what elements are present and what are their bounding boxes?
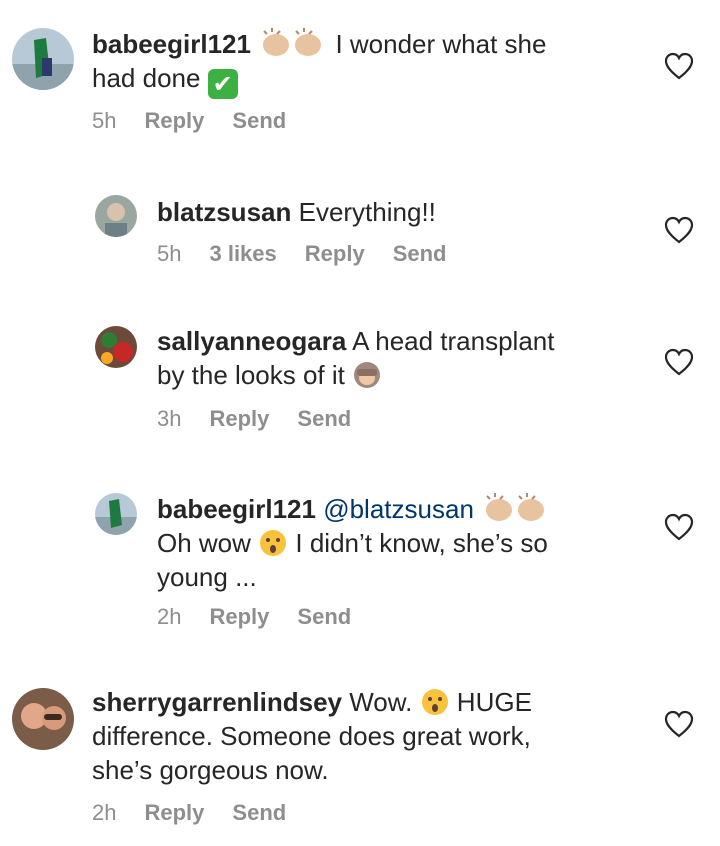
comment-username[interactable]: babeegirl121 [92, 29, 251, 59]
avatar[interactable] [12, 28, 74, 90]
heart-outline-icon[interactable] [664, 52, 694, 80]
comment-text: blatzsusan Everything!! [157, 195, 436, 229]
comment-text-line: Everything!! [291, 197, 436, 227]
comment-meta: 5h Reply Send [92, 108, 314, 134]
comment-meta: 3h Reply Send [157, 406, 379, 432]
comment-username[interactable]: sherrygarrenlindsey [92, 687, 342, 717]
comment-text-line: young ... [157, 562, 257, 592]
comment-time: 5h [92, 108, 117, 133]
comment-time: 2h [157, 604, 182, 629]
comment-time: 2h [92, 800, 117, 825]
heart-outline-icon[interactable] [664, 513, 694, 541]
avatar[interactable] [95, 493, 137, 535]
comment-text-line: Wow. [342, 687, 420, 717]
comment-text-line: HUGE [449, 687, 532, 717]
heart-outline-icon[interactable] [664, 216, 694, 244]
comment-4: babeegirl121 @blatzsusan Oh wow I didn’t… [0, 470, 720, 660]
hushed-face-icon [421, 689, 448, 715]
comment-5: sherrygarrenlindsey Wow. HUGE difference… [0, 660, 720, 846]
comment-text: babeegirl121 I wonder what she had done … [92, 25, 546, 99]
heart-outline-icon[interactable] [664, 348, 694, 376]
comment-text-line: I wonder what she [328, 29, 547, 59]
comment-text-line: by the looks of it [157, 360, 353, 390]
reply-button[interactable]: Reply [144, 800, 204, 825]
comment-time: 5h [157, 241, 182, 266]
comment-time: 3h [157, 406, 182, 431]
comment-text-line: difference. Someone does great work, [92, 721, 531, 751]
heart-outline-icon[interactable] [664, 710, 694, 738]
comment-text: babeegirl121 @blatzsusan Oh wow I didn’t… [157, 490, 551, 594]
likes-count[interactable]: 3 likes [209, 241, 276, 266]
comment-username[interactable]: babeegirl121 [157, 494, 316, 524]
comment-text-line: she’s gorgeous now. [92, 755, 329, 785]
send-button[interactable]: Send [297, 406, 351, 431]
comment-text-line: had done [92, 63, 208, 93]
see-no-evil-monkey-icon [354, 362, 381, 388]
avatar[interactable] [95, 195, 137, 237]
comment-text-line: Oh wow [157, 528, 259, 558]
send-button[interactable]: Send [393, 241, 447, 266]
comment-meta: 5h 3 likes Reply Send [157, 241, 474, 267]
send-button[interactable]: Send [232, 108, 286, 133]
reply-button[interactable]: Reply [305, 241, 365, 266]
comment-text-line: I didn’t know, she’s so [288, 528, 548, 558]
comment-text: sallyanneogara A head transplant by the … [157, 324, 554, 392]
avatar[interactable] [12, 688, 74, 750]
avatar[interactable] [95, 326, 137, 368]
mention-link[interactable]: @blatzsusan [316, 494, 474, 524]
comment-meta: 2h Reply Send [157, 604, 379, 630]
clapping-hands-icon [258, 25, 328, 59]
send-button[interactable]: Send [297, 604, 351, 629]
check-mark-icon: ✔ [207, 69, 238, 99]
comment-3: sallyanneogara A head transplant by the … [0, 290, 720, 470]
reply-button[interactable]: Reply [144, 108, 204, 133]
comment-2: blatzsusan Everything!! 5h 3 likes Reply Se… [0, 150, 720, 290]
hushed-face-icon [260, 530, 287, 556]
comment-text: sherrygarrenlindsey Wow. HUGE difference… [92, 685, 532, 787]
comment-1: babeegirl121 I wonder what she had done … [0, 0, 720, 150]
comment-meta: 2h Reply Send [92, 800, 314, 826]
reply-button[interactable]: Reply [209, 406, 269, 431]
clapping-hands-icon [481, 490, 551, 524]
comment-username[interactable]: sallyanneogara [157, 326, 346, 356]
send-button[interactable]: Send [232, 800, 286, 825]
comment-text-line: A head transplant [346, 326, 555, 356]
comment-username[interactable]: blatzsusan [157, 197, 291, 227]
reply-button[interactable]: Reply [209, 604, 269, 629]
